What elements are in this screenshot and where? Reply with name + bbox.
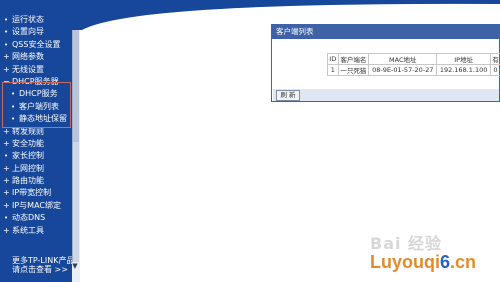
bullet-icon: • [4, 40, 9, 49]
scroll-down-arrow-icon[interactable]: ▼ [72, 262, 78, 270]
column-header: MAC地址 [368, 53, 438, 65]
column-header: 有 [489, 53, 500, 65]
sidebar-item-ip-mac[interactable]: + IP与MAC绑定 [0, 200, 72, 212]
table-cell: 1 [327, 64, 339, 76]
table-cell: 192.168.1.100 [436, 64, 491, 76]
sidebar-item-parental[interactable]: • 家长控制 [0, 150, 72, 162]
table-cell: 0 [489, 64, 500, 76]
bullet-icon: • [11, 102, 16, 111]
sidebar-item-static-address[interactable]: • 静态地址保留 [0, 113, 72, 125]
sidebar-item-qss[interactable]: • QSS安全设置 [0, 39, 72, 51]
sidebar-item-network[interactable]: + 网络参数 [0, 51, 72, 63]
sidebar-item-dhcp-service[interactable]: • DHCP服务 [0, 88, 72, 100]
column-header: ID [327, 53, 339, 65]
bullet-icon: • [4, 214, 9, 223]
sidebar-item-forwarding[interactable]: + 转发规则 [0, 126, 72, 138]
plus-icon: + [3, 64, 10, 74]
plus-icon: + [3, 225, 10, 235]
column-header: 客户端名 [337, 53, 370, 65]
minus-icon: − [3, 76, 10, 86]
client-table: ID 客户端名 MAC地址 IP地址 有 1 一只死猫 08-9E-01-57-… [327, 53, 500, 76]
bullet-icon: • [11, 90, 16, 99]
sidebar-item-client-list[interactable]: • 客户端列表 [0, 101, 72, 113]
sidebar-scrollbar[interactable] [72, 12, 79, 262]
sidebar-item-status[interactable]: • 运行状态 [0, 14, 72, 26]
plus-icon: + [3, 138, 10, 148]
scroll-thumb[interactable] [73, 12, 79, 142]
sidebar-item-bandwidth[interactable]: + IP带宽控制 [0, 187, 72, 199]
site-watermark: Luyouqi6.cn [370, 252, 477, 272]
panel-title: 客户端列表 [272, 25, 499, 39]
table-row: 1 一只死猫 08-9E-01-57-20-27 192.168.1.100 0 [327, 64, 500, 76]
sidebar-item-wireless[interactable]: + 无线设置 [0, 64, 72, 76]
bullet-icon: • [4, 28, 9, 37]
bullet-icon: • [4, 16, 9, 24]
sidebar-item-ddns[interactable]: • 动态DNS [0, 212, 72, 224]
sidebar-item-access-control[interactable]: + 上网控制 [0, 163, 72, 175]
baidu-watermark: Bai 经验 [370, 234, 443, 253]
column-header: IP地址 [436, 53, 491, 65]
sidebar-item-security[interactable]: + 安全功能 [0, 138, 72, 150]
bullet-icon: • [11, 115, 16, 124]
bullet-icon: • [4, 152, 9, 161]
table-cell: 一只死猫 [337, 64, 370, 76]
sidebar-item-wizard[interactable]: • 设置向导 [0, 26, 72, 38]
table-header-row: ID 客户端名 MAC地址 IP地址 有 [327, 53, 500, 65]
table-cell: 08-9E-01-57-20-27 [368, 64, 438, 76]
sidebar-item-system-tools[interactable]: + 系统工具 [0, 225, 72, 237]
sidebar-item-routing[interactable]: + 路由功能 [0, 175, 72, 187]
sidebar-item-dhcp[interactable]: − DHCP服务器 [0, 76, 72, 88]
plus-icon: + [3, 200, 10, 210]
sidebar-menu: • 运行状态 • 设置向导 • QSS安全设置 + 网络参数 + 无线设置 − DHCP服务… [0, 14, 72, 237]
plus-icon: + [3, 188, 10, 198]
plus-icon: + [3, 126, 10, 136]
sidebar: • 运行状态 • 设置向导 • QSS安全设置 + 网络参数 + 无线设置 − DHCP服务… [0, 0, 82, 282]
panel-footer: 刷 新 [273, 89, 499, 101]
plus-icon: + [3, 163, 10, 173]
dhcp-submenu: • DHCP服务 • 客户端列表 • 静态地址保留 [0, 88, 72, 125]
client-list-panel: 客户端列表 ID 客户端名 MAC地址 IP地址 有 1 一只死猫 08-9E-… [271, 24, 500, 102]
plus-icon: + [3, 52, 10, 62]
refresh-button[interactable]: 刷 新 [276, 90, 300, 101]
plus-icon: + [3, 176, 10, 186]
